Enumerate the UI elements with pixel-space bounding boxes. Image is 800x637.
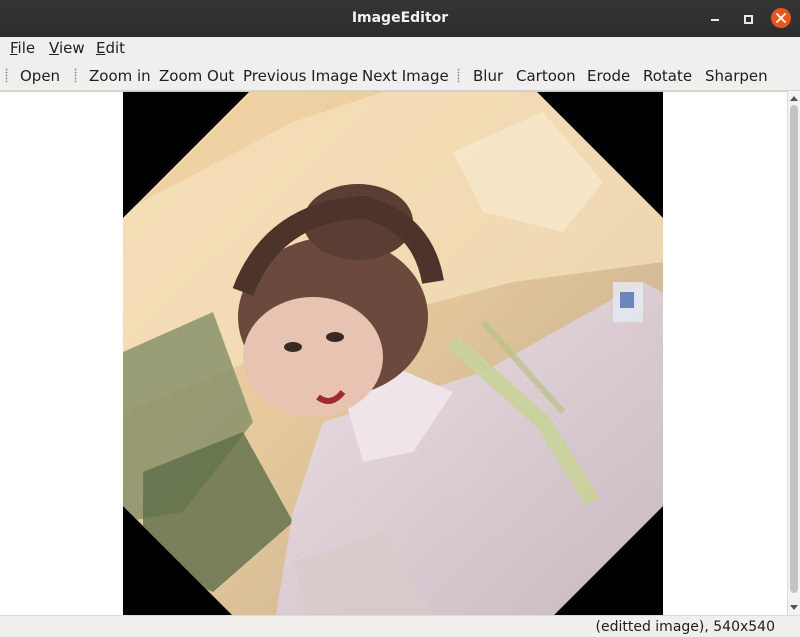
status-text: (editted image), 540x540 <box>595 619 775 635</box>
image-view-area[interactable] <box>0 91 787 615</box>
scrollbar-thumb[interactable] <box>790 105 798 593</box>
maximize-icon <box>743 14 753 24</box>
menu-edit-label: dit <box>105 39 126 57</box>
maximize-button[interactable] <box>737 8 759 30</box>
edited-image <box>123 92 663 615</box>
sharpen-button[interactable]: Sharpen <box>705 67 768 85</box>
erode-button[interactable]: Erode <box>587 67 630 85</box>
menu-view-mnemonic: V <box>49 39 59 57</box>
close-icon <box>776 13 786 23</box>
close-button[interactable] <box>771 8 791 28</box>
menu-bar: File View Edit <box>0 37 800 60</box>
scroll-down-arrow-icon[interactable] <box>788 602 800 614</box>
window-title: ImageEditor <box>351 10 449 26</box>
scroll-up-arrow-icon[interactable] <box>788 92 800 104</box>
menu-view[interactable]: View <box>49 39 85 57</box>
cartoon-button[interactable]: Cartoon <box>516 67 576 85</box>
toolbar-grip-icon[interactable] <box>74 68 77 83</box>
image-canvas <box>123 92 663 615</box>
vertical-scrollbar[interactable] <box>787 91 800 615</box>
minimize-button[interactable] <box>704 8 726 30</box>
previous-image-button[interactable]: Previous Image <box>243 67 358 85</box>
rotate-button[interactable]: Rotate <box>643 67 692 85</box>
toolbar-grip-icon[interactable] <box>457 68 460 83</box>
title-bar[interactable]: ImageEditor <box>0 0 800 37</box>
status-bar: (editted image), 540x540 <box>0 615 800 637</box>
blur-button[interactable]: Blur <box>473 67 503 85</box>
toolbar-grip-icon[interactable] <box>5 68 8 83</box>
menu-view-label: iew <box>58 39 85 57</box>
next-image-button[interactable]: Next Image <box>362 67 449 85</box>
menu-file-label: ile <box>17 39 36 57</box>
menu-file-mnemonic: F <box>10 39 18 57</box>
menu-file[interactable]: File <box>10 39 35 57</box>
zoom-in-button[interactable]: Zoom in <box>89 67 151 85</box>
menu-edit[interactable]: Edit <box>96 39 125 57</box>
toolbar: Open Zoom in Zoom Out Previous Image Nex… <box>0 60 800 91</box>
zoom-out-button[interactable]: Zoom Out <box>159 67 234 85</box>
open-button[interactable]: Open <box>20 67 60 85</box>
image-editor-window: ImageEditor File View Edit Open Zoom in … <box>0 0 800 637</box>
minimize-icon <box>711 19 719 21</box>
